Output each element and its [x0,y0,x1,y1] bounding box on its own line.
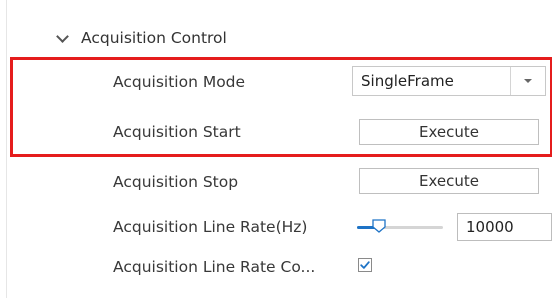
acquisition-mode-select[interactable]: SingleFrame [352,66,546,96]
panel-left-rule [6,0,7,298]
checkmark-icon [360,261,370,269]
acquisition-mode-label: Acquisition Mode [113,73,246,91]
section-title: Acquisition Control [81,29,227,47]
acquisition-stop-label: Acquisition Stop [113,173,239,191]
triangle-down-icon [524,79,532,83]
line-rate-label: Acquisition Line Rate(Hz) [113,218,308,236]
slider-thumb-icon[interactable] [372,219,386,233]
line-rate-input[interactable]: 10000 [457,213,552,241]
section-header-acquisition-control[interactable]: Acquisition Control [56,25,227,51]
line-rate-control-checkbox[interactable] [358,258,372,272]
line-rate-slider[interactable] [357,217,443,237]
dropdown-arrow-button[interactable] [510,67,545,95]
chevron-down-icon[interactable] [56,29,69,43]
acquisition-stop-execute-button[interactable]: Execute [359,168,539,194]
line-rate-control-label: Acquisition Line Rate Co... [113,258,316,276]
acquisition-start-execute-button[interactable]: Execute [359,119,539,145]
acquisition-mode-value[interactable]: SingleFrame [353,67,510,95]
acquisition-start-label: Acquisition Start [113,123,241,141]
